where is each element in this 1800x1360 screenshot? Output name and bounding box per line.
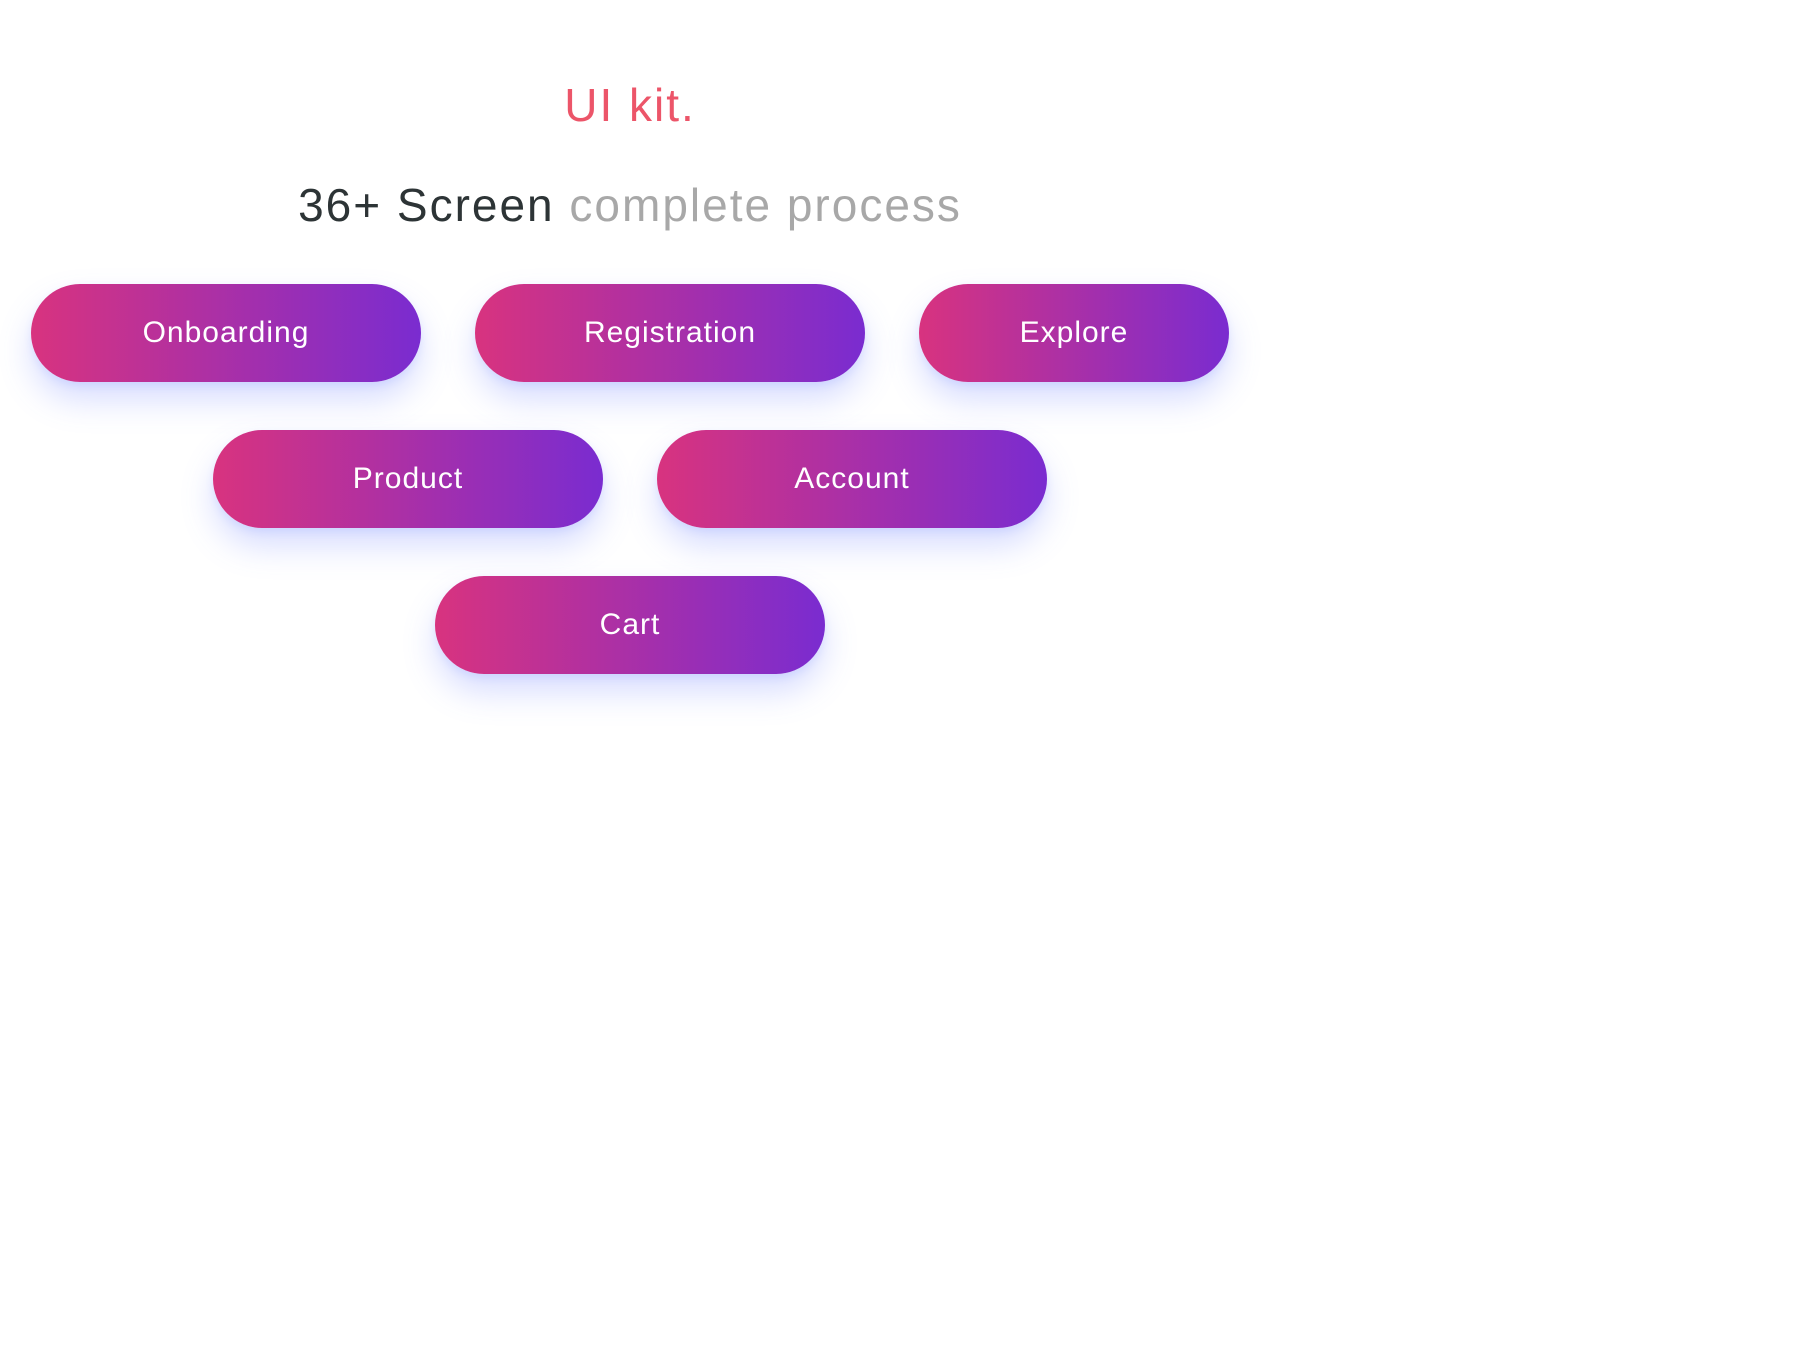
account-button[interactable]: Account bbox=[657, 430, 1047, 528]
subtitle-count: 36+ Screen bbox=[298, 179, 569, 231]
registration-button[interactable]: Registration bbox=[475, 284, 865, 382]
product-button[interactable]: Product bbox=[213, 430, 603, 528]
button-row-1: Onboarding Registration Explore bbox=[31, 284, 1229, 382]
explore-button[interactable]: Explore bbox=[919, 284, 1229, 382]
subtitle-description: complete process bbox=[569, 179, 962, 231]
page-title: UI kit. bbox=[564, 78, 696, 132]
button-row-3: Cart bbox=[435, 576, 825, 674]
button-grid: Onboarding Registration Explore Product … bbox=[31, 284, 1229, 674]
onboarding-button[interactable]: Onboarding bbox=[31, 284, 421, 382]
button-row-2: Product Account bbox=[213, 430, 1047, 528]
cart-button[interactable]: Cart bbox=[435, 576, 825, 674]
page-subtitle: 36+ Screen complete process bbox=[298, 178, 962, 232]
